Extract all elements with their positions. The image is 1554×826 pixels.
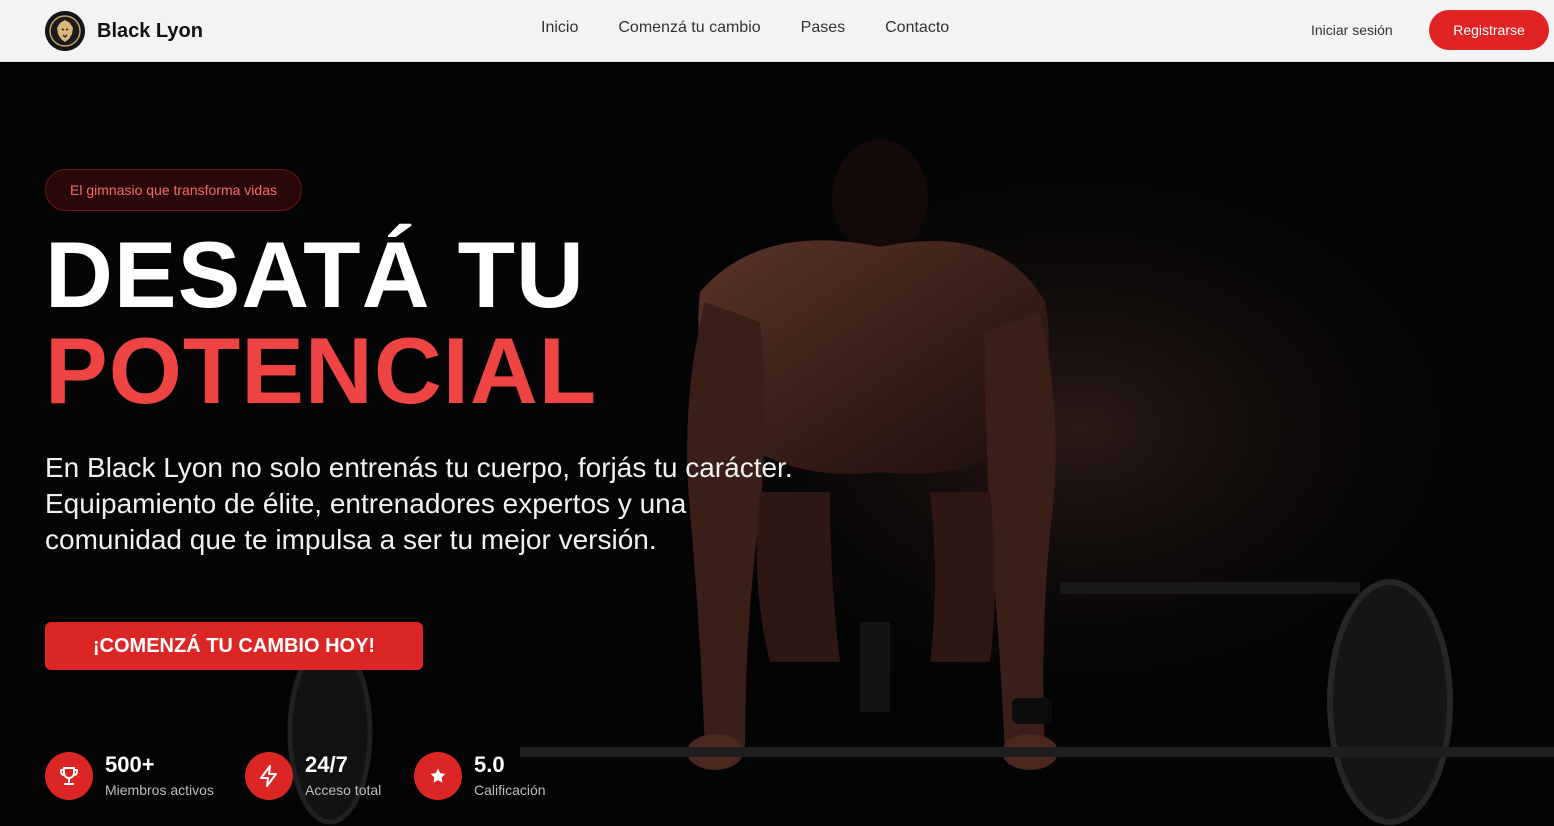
hero-description: En Black Lyon no solo entrenás tu cuerpo… xyxy=(45,452,793,555)
stat-label: Miembros activos xyxy=(105,782,214,798)
star-icon xyxy=(414,752,462,800)
top-navbar: Black Lyon Inicio Comenzá tu cambio Pase… xyxy=(0,0,1554,62)
stat-rating: 5.0 Calificación xyxy=(414,752,546,800)
lion-icon xyxy=(45,11,85,51)
stat-access: 24/7 Acceso total xyxy=(245,752,381,800)
nav-link-comenza-tu-cambio[interactable]: Comenzá tu cambio xyxy=(618,19,760,37)
stat-members: 500+ Miembros activos xyxy=(45,752,214,800)
register-button[interactable]: Registrarse xyxy=(1429,10,1549,50)
main-nav: Inicio Comenzá tu cambio Pases Contacto xyxy=(541,19,989,37)
login-link[interactable]: Iniciar sesión xyxy=(1311,22,1393,38)
nav-link-pases[interactable]: Pases xyxy=(801,19,845,37)
nav-link-inicio[interactable]: Inicio xyxy=(541,19,578,37)
trophy-icon xyxy=(45,752,93,800)
brand-name: Black Lyon xyxy=(97,19,203,42)
lightning-icon xyxy=(245,752,293,800)
brand-home-link[interactable]: Black Lyon xyxy=(45,11,203,51)
tagline-badge: El gimnasio que transforma vidas xyxy=(45,169,302,211)
stat-label: Acceso total xyxy=(305,782,382,798)
headline-line-2: POTENCIAL xyxy=(45,318,598,423)
stats-row: 500+ Miembros activos 24/7 Acceso total xyxy=(0,752,700,812)
hero-section: El gimnasio que transforma vidas DESATÁ … xyxy=(0,62,1554,826)
stat-value: 24/7 xyxy=(305,752,348,777)
stat-value: 5.0 xyxy=(474,752,505,777)
headline-line-1: DESATÁ TU xyxy=(45,222,585,327)
stat-label: Calificación xyxy=(474,782,546,798)
stat-value: 500+ xyxy=(105,752,155,777)
nav-link-contacto[interactable]: Contacto xyxy=(885,19,949,37)
hero-headline: DESATÁ TU POTENCIAL xyxy=(45,227,597,419)
cta-button[interactable]: ¡COMENZÁ TU CAMBIO HOY! xyxy=(45,622,423,670)
